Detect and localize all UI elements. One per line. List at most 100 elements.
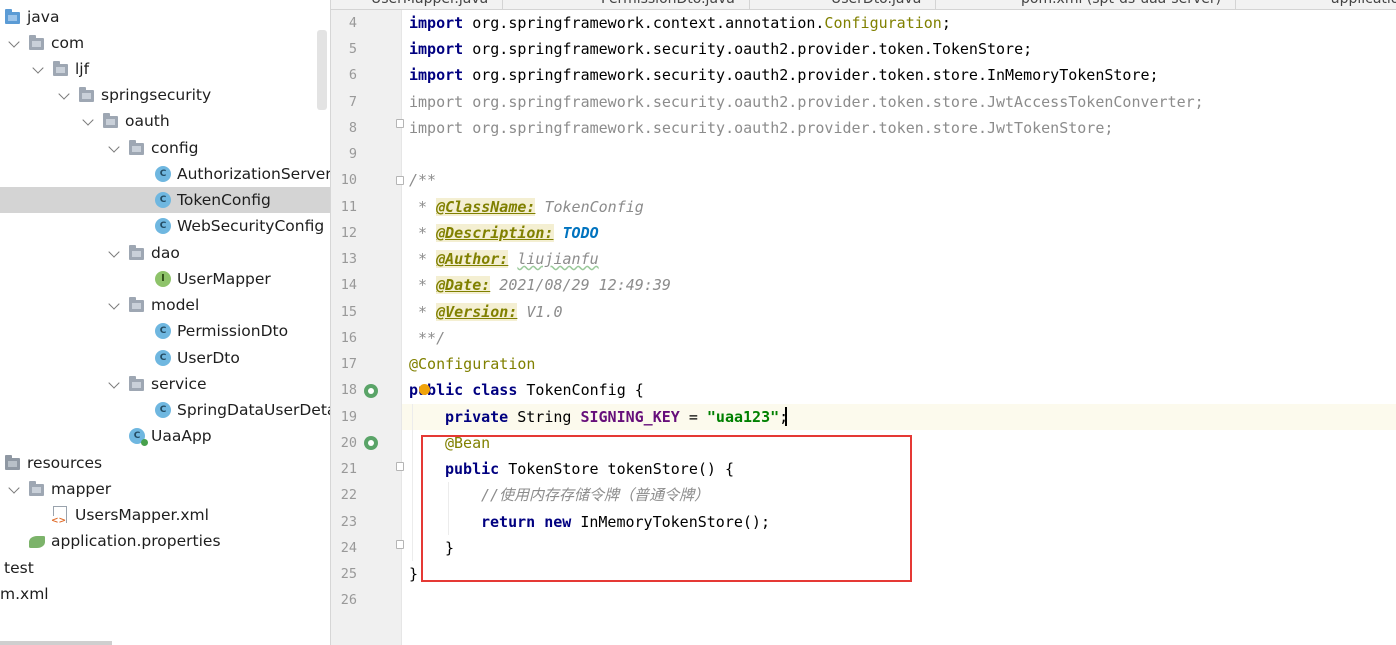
code-line-8[interactable]: import org.springframework.security.oaut… — [409, 115, 1113, 141]
tree-item-permissiondto[interactable]: C PermissionDto — [0, 318, 330, 344]
code-line-19[interactable]: private String SIGNING_KEY = "uaa123"; — [445, 404, 788, 430]
spring-bean-gutter-icon[interactable] — [364, 436, 378, 450]
annotation-configuration: @Configuration — [409, 355, 536, 373]
code-line-6[interactable]: import org.springframework.security.oaut… — [409, 62, 1159, 88]
line-number[interactable]: 21 — [331, 456, 357, 482]
tree-item-label: UsersMapper.xml — [75, 506, 209, 524]
line-number[interactable]: 22 — [331, 482, 357, 508]
javadoc-tag-classname: @ClassName: — [436, 198, 536, 216]
tree-item-usermapper[interactable]: I UserMapper — [0, 266, 330, 292]
line-number[interactable]: 11 — [331, 194, 357, 220]
line-number[interactable]: 7 — [331, 89, 357, 115]
tree-item-java[interactable]: java — [0, 4, 330, 30]
line-number[interactable]: 23 — [331, 509, 357, 535]
spring-bean-gutter-icon[interactable] — [364, 384, 378, 398]
line-number[interactable]: 15 — [331, 299, 357, 325]
tree-item-label: test — [4, 559, 34, 577]
line-number[interactable]: 9 — [331, 141, 357, 167]
line-number[interactable]: 25 — [331, 561, 357, 587]
tree-item-com[interactable]: com — [0, 30, 330, 56]
tree-horizontal-scrollbar[interactable] — [0, 641, 112, 645]
code-line-14[interactable]: * @Date: 2021/08/29 12:49:39 — [409, 272, 671, 298]
tab-userdto[interactable]: UserDto.java — [831, 0, 937, 9]
tab-pom[interactable]: pom.xml (spt-ds-uaa-server) — [1021, 0, 1237, 9]
package-icon — [129, 140, 144, 155]
line-number[interactable]: 20 — [331, 430, 357, 456]
line-number[interactable]: 18 — [331, 377, 357, 403]
code-line-7[interactable]: import org.springframework.security.oaut… — [409, 89, 1204, 115]
tree-item-dao[interactable]: dao — [0, 240, 330, 266]
fold-marker-icon[interactable] — [396, 462, 404, 471]
class-icon: C — [155, 192, 171, 208]
tree-item-label: oauth — [125, 112, 170, 130]
tree-item-application-properties[interactable]: application.properties — [0, 528, 330, 554]
chevron-down-icon[interactable] — [108, 298, 120, 310]
line-number[interactable]: 13 — [331, 246, 357, 272]
tree-item-label: WebSecurityConfig — [177, 217, 325, 235]
intention-bulb-icon[interactable] — [419, 384, 430, 395]
chevron-down-icon[interactable] — [8, 36, 20, 48]
line-number[interactable]: 14 — [331, 272, 357, 298]
line-number[interactable]: 8 — [331, 115, 357, 141]
line-number[interactable]: 4 — [331, 10, 357, 36]
chevron-down-icon[interactable] — [82, 114, 94, 126]
chevron-down-icon[interactable] — [32, 62, 44, 74]
line-number[interactable]: 10 — [331, 167, 357, 193]
tree-item-tokenconfig[interactable]: C TokenConfig — [0, 187, 330, 213]
line-number[interactable]: 5 — [331, 36, 357, 62]
spring-app-icon: C — [129, 428, 148, 446]
code-line-11[interactable]: * @ClassName: TokenConfig — [409, 194, 644, 220]
tree-item-springsecurity[interactable]: springsecurity — [0, 82, 330, 108]
tree-item-springdatauserdetai[interactable]: C SpringDataUserDetai — [0, 397, 330, 423]
fold-marker-icon[interactable] — [396, 119, 404, 128]
chevron-down-icon[interactable] — [8, 482, 20, 494]
tree-item-config[interactable]: config — [0, 135, 330, 161]
tree-item-label: UaaApp — [151, 427, 212, 445]
code-line-4[interactable]: import org.springframework.context.annot… — [409, 10, 951, 36]
chevron-down-icon[interactable] — [108, 246, 120, 258]
tree-item-usersmapper-xml[interactable]: UsersMapper.xml — [0, 502, 330, 528]
javadoc-open: /** — [409, 171, 437, 189]
code-line-25[interactable]: } — [409, 561, 418, 587]
code-line-16[interactable]: **/ — [409, 325, 445, 351]
line-number[interactable]: 24 — [331, 535, 357, 561]
tree-item-resources[interactable]: resources — [0, 450, 330, 476]
code-line-18[interactable]: public class TokenConfig { — [409, 377, 644, 403]
javadoc-tag-date: @Date: — [436, 276, 491, 294]
fold-marker-icon[interactable] — [396, 540, 404, 549]
tree-item-uaaapp[interactable]: C UaaApp — [0, 423, 330, 449]
line-number[interactable]: 19 — [331, 404, 357, 430]
tree-item-websecurityconfig[interactable]: C WebSecurityConfig — [0, 213, 330, 239]
tree-item-m-xml[interactable]: m.xml — [0, 581, 330, 607]
chevron-down-icon[interactable] — [58, 88, 70, 100]
fold-marker-icon[interactable] — [396, 176, 404, 185]
line-number[interactable]: 17 — [331, 351, 357, 377]
tree-item-test[interactable]: test — [0, 555, 330, 581]
chevron-down-icon[interactable] — [108, 141, 120, 153]
tree-item-model[interactable]: model — [0, 292, 330, 318]
class-declaration: TokenConfig { — [517, 381, 644, 399]
tree-item-authorizationserver[interactable]: C AuthorizationServer — [0, 161, 330, 187]
tab-application[interactable]: application — [1331, 0, 1396, 9]
tab-usermapper[interactable]: UserMapper.java — [371, 0, 504, 9]
code-line-12[interactable]: * @Description: TODO — [409, 220, 599, 246]
line-number[interactable]: 6 — [331, 62, 357, 88]
javadoc-close: **/ — [409, 329, 446, 347]
tree-item-userdto[interactable]: C UserDto — [0, 345, 330, 371]
tree-item-mapper[interactable]: mapper — [0, 476, 330, 502]
code-line-15[interactable]: * @Version: V1.0 — [409, 299, 563, 325]
package-icon — [103, 113, 118, 128]
tree-item-service[interactable]: service — [0, 371, 330, 397]
tab-permissiondto[interactable]: PermissionDto.java — [601, 0, 750, 9]
line-number[interactable]: 26 — [331, 587, 357, 613]
code-line-10[interactable]: /** — [409, 167, 436, 193]
tree-item-oauth[interactable]: oauth — [0, 108, 330, 134]
chevron-down-icon[interactable] — [108, 377, 120, 389]
tree-item-ljf[interactable]: ljf — [0, 56, 330, 82]
code-line-5[interactable]: import org.springframework.security.oaut… — [409, 36, 1032, 62]
line-number[interactable]: 16 — [331, 325, 357, 351]
code-line-13[interactable]: * @Author: liujianfu — [409, 246, 599, 272]
tree-vertical-scrollbar[interactable] — [317, 30, 327, 110]
line-number[interactable]: 12 — [331, 220, 357, 246]
code-line-17[interactable]: @Configuration — [409, 351, 535, 377]
